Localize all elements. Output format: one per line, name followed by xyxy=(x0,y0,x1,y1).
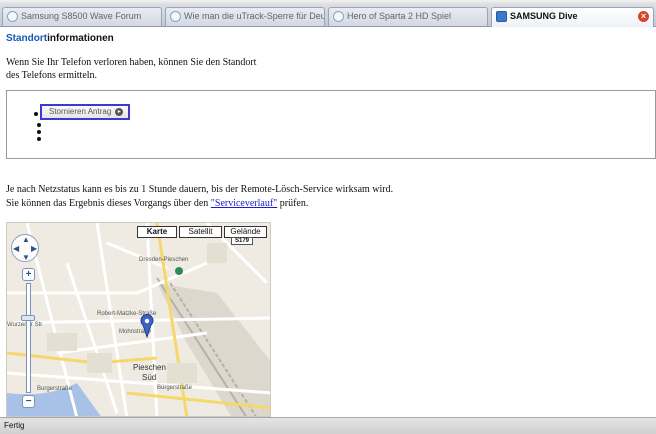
map-pan-control[interactable]: ▲ ◀ ▶ ▼ xyxy=(11,234,39,262)
tab-label: SAMSUNG Dive xyxy=(510,11,578,21)
page-icon xyxy=(7,11,18,22)
zoom-slider-handle[interactable] xyxy=(21,315,35,321)
tab-bar: Samsung S8500 Wave Forum Wie man die uTr… xyxy=(0,5,656,27)
page-title-rest: informationen xyxy=(47,33,114,44)
status-bar: Fertig xyxy=(0,417,656,434)
dot xyxy=(37,123,41,127)
pan-left-icon[interactable]: ◀ xyxy=(13,245,19,253)
map-label-street: Burgerstraße xyxy=(37,386,73,392)
cancel-request-button[interactable]: Stornieren Antrag ▸ xyxy=(40,104,131,120)
tab-hero-of-sparta[interactable]: Hero of Sparta 2 HD Spiel xyxy=(328,7,488,26)
page-title: Standortinformationen xyxy=(6,33,114,44)
page-icon xyxy=(170,11,181,22)
map-label-pieschen: Pieschen xyxy=(133,363,166,372)
zoom-out-button[interactable]: − xyxy=(22,395,35,408)
tab-samsung-forum[interactable]: Samsung S8500 Wave Forum xyxy=(2,7,162,26)
close-tab-icon[interactable]: × xyxy=(638,11,649,22)
tab-label: Hero of Sparta 2 HD Spiel xyxy=(347,11,452,21)
info-line-2: Sie können das Ergebnis dieses Vorgangs … xyxy=(6,197,606,211)
map-type-map[interactable]: Karte xyxy=(137,226,177,238)
map-label-dresden: Dresden-Pieschen xyxy=(139,257,189,263)
zoom-slider-track[interactable] xyxy=(26,283,31,393)
map-type-satellite[interactable]: Satellit xyxy=(179,226,222,238)
intro-text: Wenn Sie Ihr Telefon verloren haben, kön… xyxy=(6,56,286,82)
tab-samsung-dive[interactable]: SAMSUNG Dive × xyxy=(491,7,654,27)
progress-dots xyxy=(34,112,43,144)
location-map[interactable]: Karte Satellit Gelände S179 Dresden-Pies… xyxy=(6,222,271,417)
tab-label: Samsung S8500 Wave Forum xyxy=(21,11,142,21)
pan-right-icon[interactable]: ▶ xyxy=(31,245,37,253)
zoom-in-button[interactable]: + xyxy=(22,268,35,281)
map-label-sued: Süd xyxy=(142,373,157,382)
intro-line-2: des Telefons ermitteln. xyxy=(6,70,98,81)
info-line-2-end: prüfen. xyxy=(277,198,309,209)
dot xyxy=(37,130,41,134)
map-label-street: Wurzener Str xyxy=(7,322,43,328)
request-panel: Stornieren Antrag ▸ xyxy=(6,90,656,159)
page-icon xyxy=(333,11,344,22)
intro-line-1: Wenn Sie Ihr Telefon verloren haben, kön… xyxy=(6,57,257,68)
map-label-street: Bürgerstraße xyxy=(157,385,193,391)
dot xyxy=(37,137,41,141)
train-station-icon xyxy=(175,267,183,275)
service-history-link[interactable]: "Serviceverlauf" xyxy=(211,198,277,209)
status-text: Fertig xyxy=(4,421,25,430)
tab-utrack[interactable]: Wie man die uTrack-Sperre für Deutschla.… xyxy=(165,7,325,26)
pan-down-icon[interactable]: ▼ xyxy=(22,254,30,262)
road-badge: S179 xyxy=(231,237,253,245)
samsung-icon xyxy=(496,11,507,22)
info-text: Je nach Netzstatus kann es bis zu 1 Stun… xyxy=(6,183,606,211)
pan-up-icon[interactable]: ▲ xyxy=(22,236,30,244)
page-title-highlight: Standort xyxy=(6,33,48,44)
info-line-1: Je nach Netzstatus kann es bis zu 1 Stun… xyxy=(6,184,394,195)
info-line-2-start: Sie können das Ergebnis dieses Vorgangs … xyxy=(6,198,211,209)
cancel-request-label: Stornieren Antrag xyxy=(49,107,112,116)
arrow-right-icon: ▸ xyxy=(115,108,124,116)
tab-label: Wie man die uTrack-Sperre für Deutschla.… xyxy=(184,11,325,21)
dot xyxy=(34,112,38,116)
